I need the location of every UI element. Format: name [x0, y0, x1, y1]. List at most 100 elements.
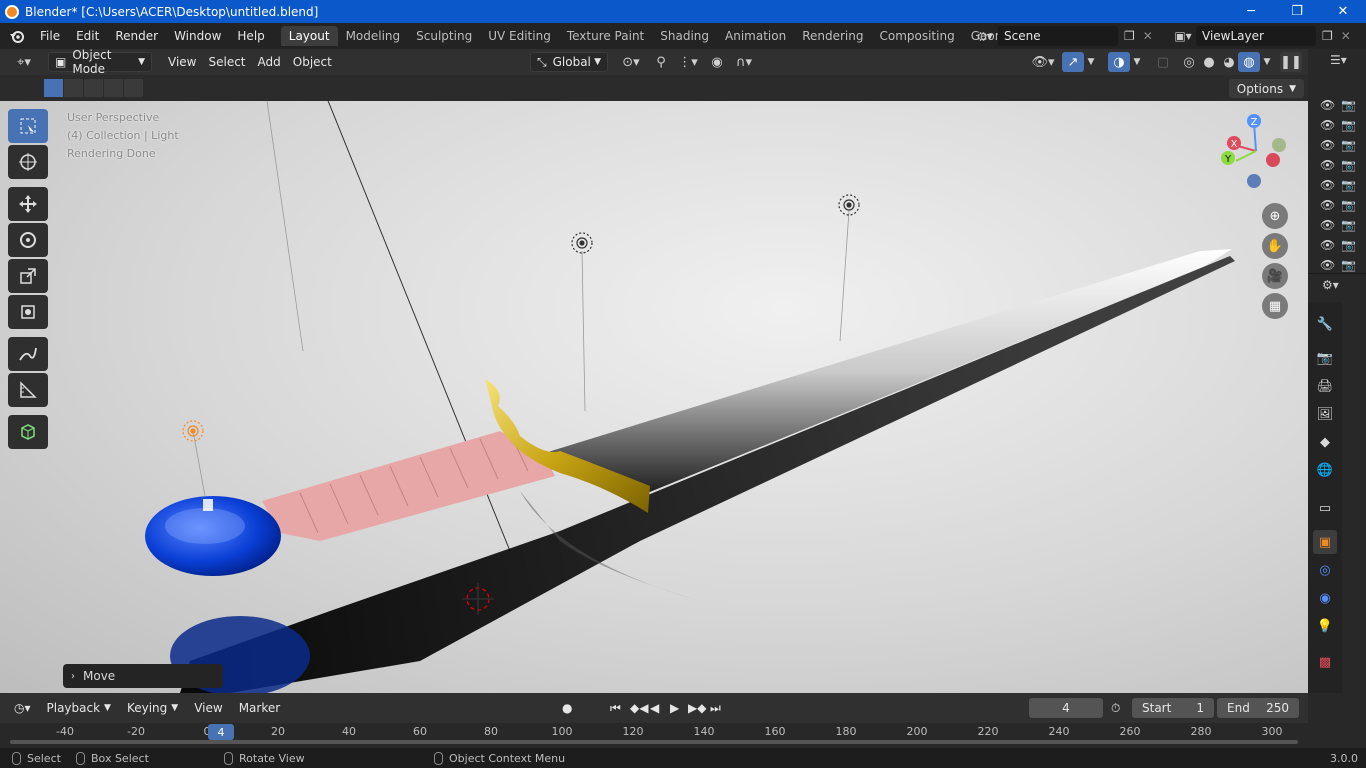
visibility-eye-icon[interactable]: 👁 [1320, 238, 1335, 252]
add-cube-tool-icon[interactable] [8, 415, 48, 449]
render-camera-icon[interactable]: 📷 [1341, 138, 1356, 152]
jump-to-start-icon[interactable]: ⏮ [610, 701, 621, 716]
remove-scene-icon[interactable]: ✕ [1143, 29, 1153, 43]
pan-view-icon[interactable]: ✋ [1262, 233, 1288, 259]
menu-select[interactable]: Select [202, 52, 251, 72]
jump-to-keyframe-back-icon[interactable]: ◆◀ [630, 701, 648, 715]
select-extend-icon[interactable] [64, 79, 83, 97]
cursor-tool-icon[interactable] [8, 145, 48, 179]
menu-playback[interactable]: Playback ▼ [39, 701, 119, 715]
tab-modeling[interactable]: Modeling [338, 26, 409, 46]
record-keyframe-icon[interactable]: ● [562, 701, 572, 715]
tab-sculpting[interactable]: Sculpting [408, 26, 480, 46]
jump-to-end-icon[interactable]: ⏭ [710, 701, 721, 716]
close-button[interactable]: ✕ [1320, 0, 1366, 23]
timeline-editor-icon[interactable]: ◷▾ [6, 701, 39, 715]
visibility-eye-icon[interactable]: 👁 [1320, 198, 1335, 212]
new-scene-icon[interactable]: ❐ [1124, 29, 1135, 43]
new-view-layer-icon[interactable]: ❐ [1322, 29, 1333, 43]
start-frame-field[interactable]: Start 1 [1132, 698, 1214, 718]
editor-type-icon[interactable]: ⌖▾ [8, 52, 40, 72]
proportional-falloff-icon[interactable]: ∩▾ [730, 52, 758, 72]
render-properties-icon[interactable]: 📷 [1313, 346, 1337, 370]
solid-shading-icon[interactable]: ● [1198, 52, 1220, 72]
render-camera-icon[interactable]: 📷 [1341, 118, 1356, 132]
gizmo-toggle-icon[interactable]: ↗ [1062, 52, 1084, 72]
transform-tool-icon[interactable] [8, 295, 48, 329]
select-intersect-icon[interactable] [124, 79, 143, 97]
view-layer-properties-icon[interactable]: 🖼 [1313, 402, 1337, 426]
menu-render[interactable]: Render [107, 29, 166, 43]
select-subtract-icon[interactable] [84, 79, 103, 97]
overlays-dropdown-icon[interactable]: ▼ [1130, 52, 1144, 72]
timeline-scrollbar[interactable] [10, 740, 1298, 744]
proportional-edit-icon[interactable]: ◉ [706, 52, 728, 72]
menu-file[interactable]: File [32, 29, 68, 43]
menu-window[interactable]: Window [166, 29, 229, 43]
gizmo-dropdown-icon[interactable]: ▼ [1084, 52, 1098, 72]
mode-dropdown[interactable]: ▣ Object Mode ▼ [48, 48, 152, 76]
scene-icon[interactable]: ⛭▾ [972, 29, 998, 44]
play-icon[interactable]: ▶ [670, 701, 679, 715]
render-camera-icon[interactable]: 📷 [1341, 258, 1356, 272]
render-camera-icon[interactable]: 📷 [1341, 218, 1356, 232]
view-layer-name-field[interactable]: ViewLayer [1196, 26, 1316, 46]
wireframe-shading-icon[interactable]: ◎ [1178, 52, 1200, 72]
move-tool-icon[interactable] [8, 187, 48, 221]
visibility-eye-icon[interactable]: 👁 [1320, 178, 1335, 192]
jump-to-keyframe-forward-icon[interactable]: ▶◆ [688, 701, 706, 715]
menu-view[interactable]: View [162, 52, 202, 72]
remove-view-layer-icon[interactable]: ✕ [1341, 29, 1351, 43]
maximize-button[interactable]: ❐ [1274, 0, 1320, 23]
options-dropdown[interactable]: Options ▼ [1228, 79, 1304, 98]
menu-object[interactable]: Object [287, 52, 338, 72]
menu-keying[interactable]: Keying ▼ [119, 701, 186, 715]
rotate-tool-icon[interactable] [8, 223, 48, 257]
object-properties-icon[interactable]: ▣ [1313, 530, 1337, 554]
menu-marker[interactable]: Marker [231, 701, 288, 715]
select-invert-icon[interactable] [104, 79, 123, 97]
shading-dropdown-icon[interactable]: ▼ [1260, 52, 1274, 72]
select-new-icon[interactable] [44, 79, 63, 97]
tab-uv-editing[interactable]: UV Editing [480, 26, 559, 46]
texture-properties-icon[interactable]: ▩ [1313, 650, 1337, 674]
material-shading-icon[interactable]: ◕ [1218, 52, 1240, 72]
current-frame-field[interactable]: 4 [1029, 698, 1103, 718]
camera-view-icon[interactable]: 🎥 [1262, 263, 1288, 289]
world-properties-icon[interactable]: 🌐 [1313, 458, 1337, 482]
tab-layout[interactable]: Layout [280, 26, 338, 46]
zoom-view-icon[interactable]: ⊕ [1262, 203, 1288, 229]
render-camera-icon[interactable]: 📷 [1341, 238, 1356, 252]
scene-selector[interactable]: ⛭▾ Scene ❐ ✕ [972, 25, 1162, 47]
modifier-properties-icon[interactable]: ◎ [1313, 558, 1337, 582]
outliner-editor-icon[interactable]: ☰▾ [1330, 53, 1347, 67]
tab-compositing[interactable]: Compositing [871, 26, 962, 46]
minimize-button[interactable]: ─ [1228, 0, 1274, 23]
tab-texture-paint[interactable]: Texture Paint [559, 26, 652, 46]
snap-target-icon[interactable]: ⋮▾ [674, 52, 702, 72]
navigation-gizmo[interactable]: Z X Y ⊕ ✋ 🎥 ▦ [1216, 111, 1296, 321]
tab-rendering[interactable]: Rendering [794, 26, 871, 46]
last-operation-panel[interactable]: › Move [63, 664, 223, 688]
tool-properties-icon[interactable]: 🔧 [1313, 312, 1337, 336]
measure-tool-icon[interactable] [8, 373, 48, 407]
menu-timeline-view[interactable]: View [186, 701, 230, 715]
tab-shading[interactable]: Shading [652, 26, 717, 46]
transform-orientation-dropdown[interactable]: ⤡ Global ▼ [530, 52, 608, 72]
select-box-tool-icon[interactable] [8, 109, 48, 143]
visibility-eye-icon[interactable]: 👁 [1320, 118, 1335, 132]
overlays-toggle-icon[interactable]: ◑ [1108, 52, 1130, 72]
scene-name-field[interactable]: Scene [998, 26, 1118, 46]
visibility-eye-icon[interactable]: 👁 [1320, 218, 1335, 232]
rendered-shading-icon[interactable]: ◍ [1238, 52, 1260, 72]
scene-properties-icon[interactable]: ◆ [1313, 430, 1337, 454]
xray-toggle-icon[interactable]: ▢ [1152, 52, 1174, 72]
visibility-eye-icon[interactable]: 👁 [1320, 98, 1335, 112]
physics-properties-icon[interactable]: ◉ [1313, 586, 1337, 610]
snap-toggle-icon[interactable]: ⚲ [650, 52, 672, 72]
menu-edit[interactable]: Edit [68, 29, 107, 43]
current-frame-marker[interactable]: 4 [208, 724, 234, 740]
pause-render-icon[interactable]: ❚❚ [1280, 52, 1302, 72]
output-properties-icon[interactable]: 🖨 [1313, 374, 1337, 398]
blender-logo-icon[interactable] [6, 25, 28, 47]
